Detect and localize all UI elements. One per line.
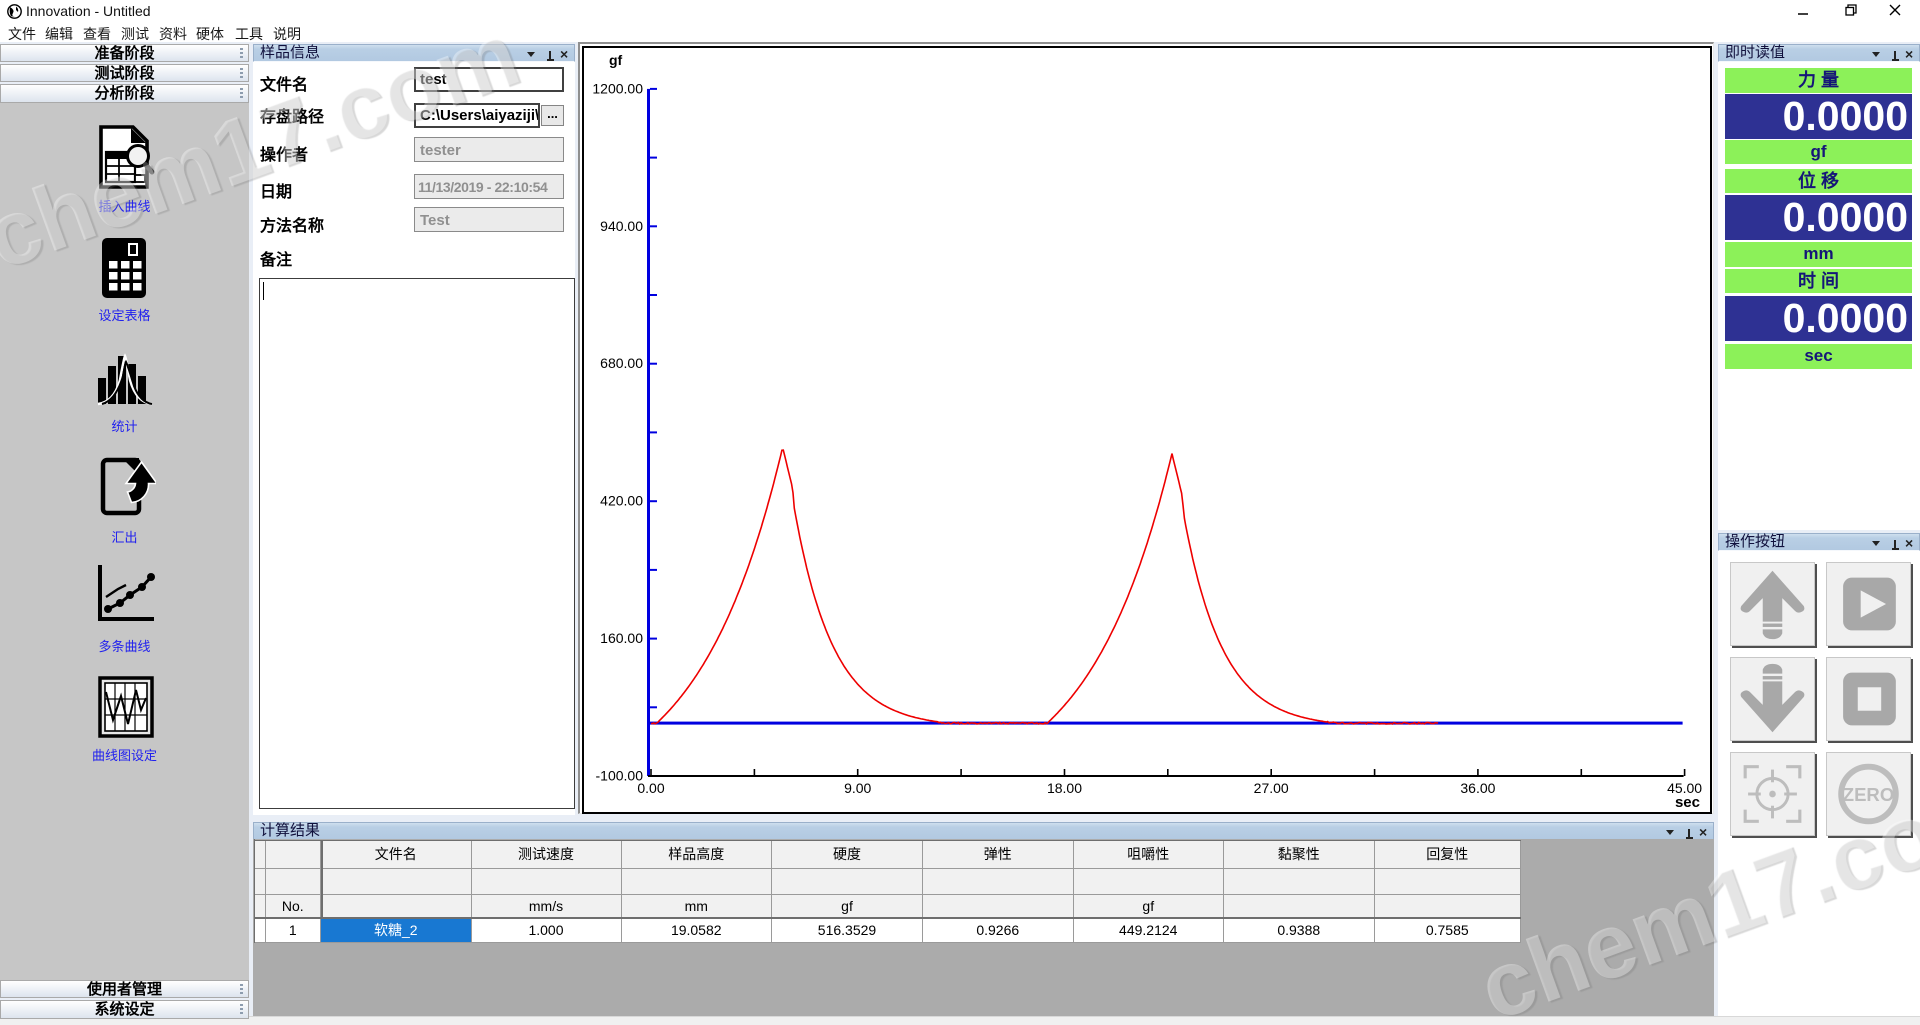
- svg-text:ZERO: ZERO: [1843, 784, 1894, 805]
- svg-text:420.00: 420.00: [600, 493, 643, 509]
- svg-text:-100.00: -100.00: [596, 768, 644, 784]
- svg-text:0.00: 0.00: [637, 780, 664, 796]
- svg-text:160.00: 160.00: [600, 630, 643, 646]
- svg-text:680.00: 680.00: [600, 355, 643, 371]
- svg-text:9.00: 9.00: [844, 780, 871, 796]
- svg-text:gf: gf: [609, 52, 623, 68]
- svg-text:18.00: 18.00: [1047, 780, 1082, 796]
- svg-text:45.00: 45.00: [1667, 780, 1702, 796]
- svg-text:940.00: 940.00: [600, 218, 643, 234]
- svg-text:36.00: 36.00: [1460, 780, 1495, 796]
- svg-text:27.00: 27.00: [1254, 780, 1289, 796]
- svg-text:sec: sec: [1675, 794, 1700, 811]
- svg-text:1200.00: 1200.00: [592, 80, 643, 96]
